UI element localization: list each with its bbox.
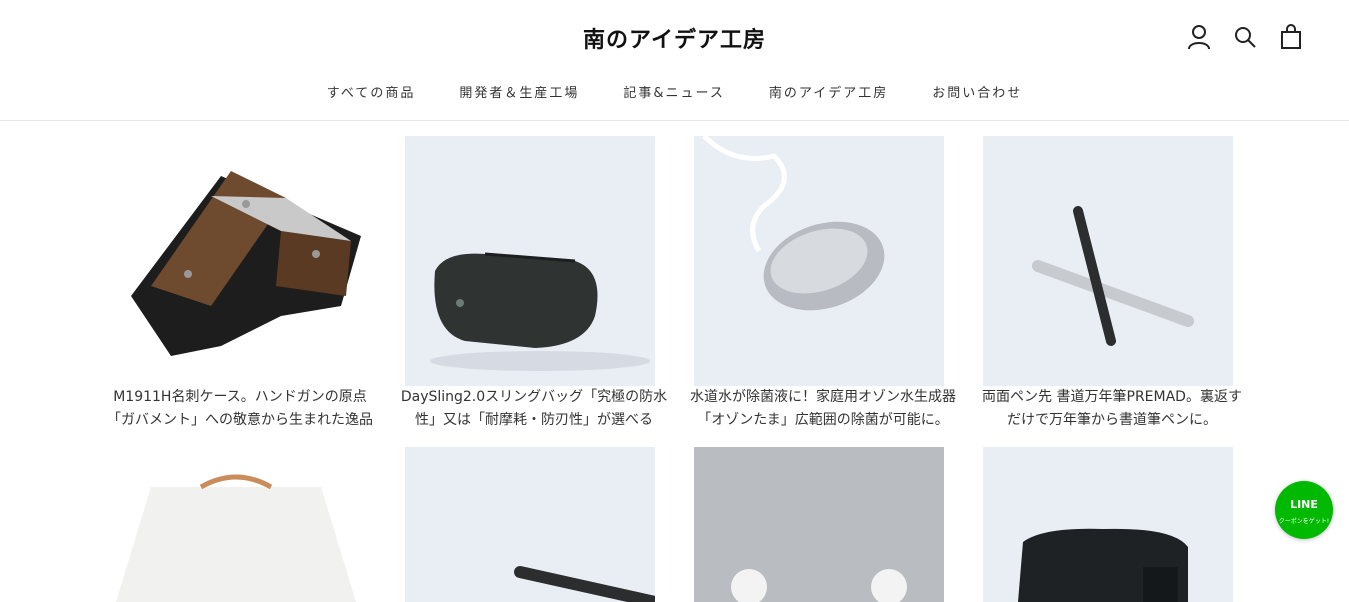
product-image-poop-out[interactable] <box>694 447 944 602</box>
line-sub-label: クーポンをゲット! <box>1278 518 1330 525</box>
product-title[interactable]: 水道水が除菌液に！家庭用オゾン水生成器「オゾンたま」広範囲の除菌が可能に。 <box>688 386 958 432</box>
header-icons <box>1187 24 1303 50</box>
main-nav: すべての商品 開発者＆生産工場 記事&ニュース 南のアイデア工房 お問い合わせ <box>0 82 1349 101</box>
product-title[interactable]: 両面ペン先 書道万年筆PREMAD。裏返すだけで万年筆から書道筆ペンに。 <box>977 386 1247 432</box>
nav-articles-news[interactable]: 記事&ニュース <box>623 82 725 101</box>
account-icon[interactable] <box>1187 24 1211 50</box>
site-logo[interactable]: 南のアイデア工房 <box>0 22 1349 54</box>
product-image-ozone-generator[interactable] <box>694 136 944 386</box>
nav-contact[interactable]: お問い合わせ <box>932 82 1022 101</box>
line-label: LINE <box>1290 498 1318 511</box>
product-image-fountain-pen[interactable] <box>983 136 1233 386</box>
product-image-sling-bag[interactable] <box>405 136 655 386</box>
nav-developers-factories[interactable]: 開発者＆生産工場 <box>459 82 579 101</box>
product-image-pistol-card-case[interactable] <box>111 136 361 386</box>
nav-all-products[interactable]: すべての商品 <box>327 82 416 101</box>
product-title[interactable]: M1911H名刺ケース。ハンドガンの原点「ガバメント」への敬意から生まれた逸品 <box>105 386 375 432</box>
product-image-vogito-lamp[interactable] <box>111 447 361 602</box>
cart-icon[interactable] <box>1279 24 1303 50</box>
site-header: 南のアイデア工房 すべての商品 開発者＆生産工場 記事&ニュース 南のアイデア工… <box>0 0 1349 121</box>
product-image-black-backpack[interactable] <box>983 447 1233 602</box>
product-title[interactable]: DaySling2.0スリングバッグ「究極の防水性」又は「耐摩耗・防刃性」が選べ… <box>399 386 669 432</box>
line-coupon-button[interactable]: LINE クーポンをゲット! <box>1275 481 1333 539</box>
nav-idea-studio[interactable]: 南のアイデア工房 <box>769 82 888 101</box>
search-icon[interactable] <box>1233 24 1257 50</box>
product-image-pen-close-up[interactable] <box>405 447 655 602</box>
